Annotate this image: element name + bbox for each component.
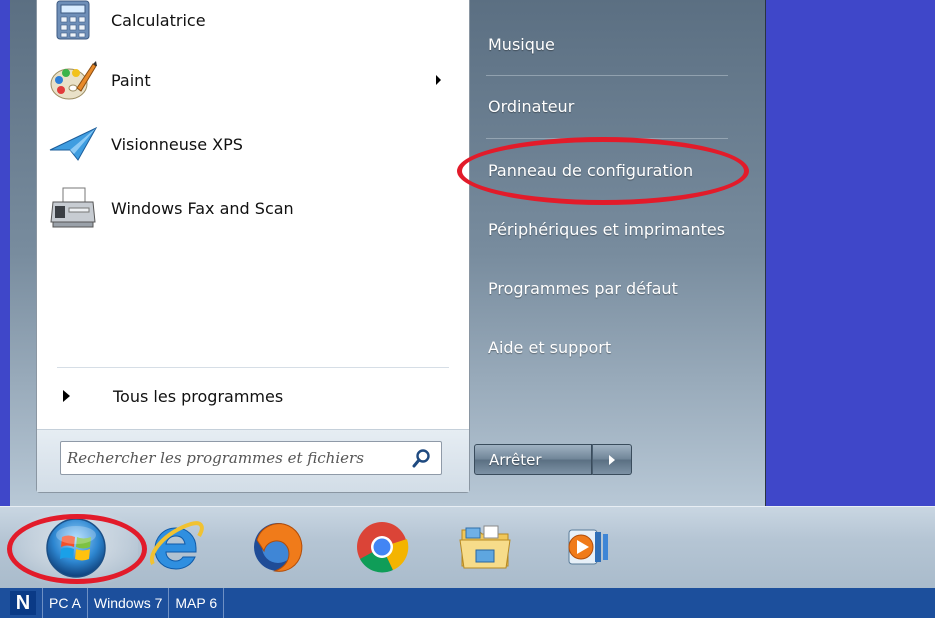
toolbar-item-windows-7[interactable]: Windows 7 — [86, 588, 168, 618]
media-player-icon[interactable] — [557, 516, 619, 578]
shutdown-group: Arrêter — [474, 444, 642, 475]
program-label: Paint — [111, 70, 151, 90]
firefox-icon[interactable] — [247, 516, 309, 578]
screenshot-border — [935, 0, 941, 627]
program-label: Visionneuse XPS — [111, 134, 243, 154]
expand-arrow-icon — [63, 390, 70, 402]
internet-explorer-icon[interactable] — [145, 516, 207, 578]
program-item-paint[interactable]: Paint — [47, 52, 457, 108]
shutdown-label: Arrêter — [489, 450, 542, 469]
programs-pane: Calculatrice Paint Visionneuse XPS Windo… — [36, 0, 470, 493]
right-item-musique[interactable]: Musique — [488, 35, 555, 54]
fax-scanner-icon — [47, 184, 99, 232]
search-icon[interactable] — [409, 445, 435, 471]
program-item-windows-fax-and-scan[interactable]: Windows Fax and Scan — [47, 180, 457, 236]
search-box[interactable] — [60, 441, 442, 475]
n-badge-button[interactable]: N — [10, 591, 36, 615]
shutdown-button[interactable]: Arrêter — [474, 444, 592, 475]
right-item-label: Périphériques et imprimantes — [488, 220, 726, 239]
right-item-panneau-de-configuration[interactable]: Panneau de configuration — [488, 161, 693, 180]
arrow-right-icon — [609, 454, 615, 465]
toolbar-item-map-6[interactable]: MAP 6 — [168, 588, 225, 618]
all-programs-label: Tous les programmes — [113, 386, 284, 406]
start-button[interactable] — [14, 512, 138, 584]
program-item-visionneuse-xps[interactable]: Visionneuse XPS — [47, 116, 457, 172]
program-item-calculatrice[interactable]: Calculatrice — [47, 0, 457, 48]
right-item-label: Panneau de configuration — [488, 161, 694, 180]
taskbar — [0, 506, 935, 589]
right-item-programmes-par-defaut[interactable]: Programmes par défaut — [488, 279, 678, 298]
right-item-peripheriques-et-imprimantes[interactable]: Périphériques et imprimantes — [488, 220, 725, 239]
calculator-icon — [47, 0, 99, 44]
paint-palette-icon — [47, 56, 99, 104]
right-pane-divider — [486, 138, 728, 139]
toolbar-item-pc-a[interactable]: PC A — [42, 588, 87, 618]
all-programs-button[interactable]: Tous les programmes — [55, 380, 435, 412]
programs-divider — [57, 367, 449, 368]
program-label: Calculatrice — [111, 10, 206, 30]
chrome-icon[interactable] — [351, 516, 413, 578]
right-item-ordinateur[interactable]: Ordinateur — [488, 97, 574, 116]
right-pane-divider — [486, 75, 728, 76]
right-item-label: Programmes par défaut — [488, 279, 678, 298]
search-input[interactable] — [61, 442, 409, 474]
right-item-label: Aide et support — [488, 338, 612, 357]
right-item-label: Musique — [488, 35, 555, 54]
right-item-label: Ordinateur — [488, 97, 575, 116]
submenu-arrow-icon — [436, 75, 441, 85]
right-item-aide-et-support[interactable]: Aide et support — [488, 338, 611, 357]
windows-start-orb — [46, 518, 106, 578]
xps-viewer-icon — [47, 120, 99, 168]
start-menu: Calculatrice Paint Visionneuse XPS Windo… — [10, 0, 766, 506]
screenshot-border — [0, 618, 941, 627]
program-label: Windows Fax and Scan — [111, 198, 294, 218]
file-explorer-icon[interactable] — [454, 516, 516, 578]
shutdown-options-button[interactable] — [592, 444, 632, 475]
quick-toolbar: N PC A Windows 7 MAP 6 — [0, 588, 935, 618]
